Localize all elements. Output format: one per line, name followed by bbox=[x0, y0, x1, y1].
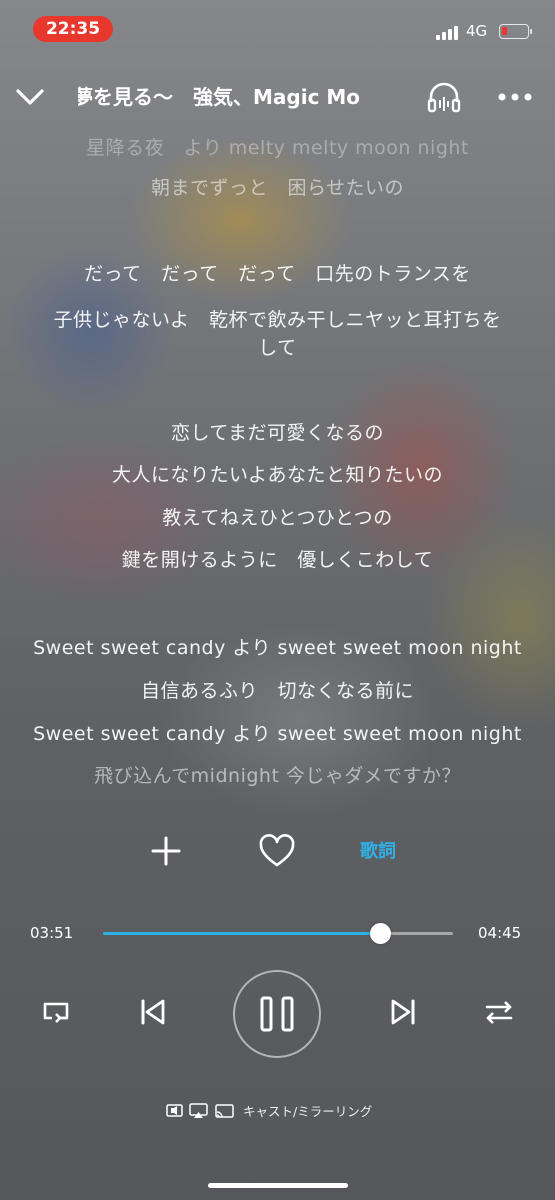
cast-mirroring-button[interactable]: キャスト/ミラーリング bbox=[0, 1100, 555, 1122]
status-bar: 22:35 4G bbox=[0, 0, 555, 60]
lyric-line: して bbox=[258, 337, 297, 359]
action-row: 歌詞 bbox=[0, 825, 555, 877]
song-title-marquee: 夢を見る〜 強気、Magic Mo bbox=[78, 80, 418, 114]
signal-icon bbox=[436, 24, 458, 40]
seek-bar[interactable] bbox=[103, 923, 453, 944]
lyric-line: だって だって だって 口先のトランスを bbox=[84, 263, 471, 285]
lyric-line: 恋してまだ可愛くなるの bbox=[171, 422, 384, 444]
lyric-line: 飛び込んでmidnight 今じゃダメですか？ bbox=[94, 765, 461, 787]
home-indicator[interactable] bbox=[208, 1183, 348, 1188]
lyric-line: 鍵を開けるように 優しくこわして bbox=[121, 549, 434, 571]
cast-label: キャスト/ミラーリング bbox=[243, 1104, 373, 1119]
previous-track-icon[interactable] bbox=[138, 996, 168, 1028]
battery-icon bbox=[499, 24, 532, 39]
lyrics-tab-button[interactable]: 歌詞 bbox=[360, 837, 396, 863]
lyric-line: 朝までずっと 困らせたいの bbox=[150, 177, 405, 199]
pause-button[interactable] bbox=[233, 970, 321, 1058]
lyric-line: Sweet sweet candy より sweet sweet moon ni… bbox=[33, 637, 522, 659]
repeat-icon[interactable] bbox=[40, 998, 72, 1026]
seek-bar-fill bbox=[103, 932, 380, 935]
lyric-line: Sweet sweet candy より sweet sweet moon ni… bbox=[33, 723, 522, 745]
total-time: 04:45 bbox=[478, 924, 522, 942]
network-type: 4G bbox=[466, 22, 488, 40]
next-track-icon[interactable] bbox=[388, 996, 418, 1028]
headphones-icon[interactable] bbox=[426, 80, 462, 114]
player-header: 夢を見る〜 強気、Magic Mo bbox=[0, 72, 555, 122]
lyric-line: 星降る夜 より melty melty moon night bbox=[86, 137, 469, 159]
chevron-down-icon[interactable] bbox=[14, 82, 46, 112]
song-title: 夢を見る〜 強気、Magic Mo bbox=[78, 85, 361, 109]
lyric-line: 自信あるふり 切なくなる前に bbox=[140, 680, 414, 702]
plus-icon[interactable] bbox=[148, 833, 184, 869]
status-time: 22:35 bbox=[33, 16, 113, 42]
elapsed-time: 03:51 bbox=[30, 924, 74, 942]
seek-bar-handle[interactable] bbox=[369, 923, 391, 944]
cast-icons bbox=[166, 1103, 234, 1118]
progress-row: 03:51 04:45 bbox=[0, 918, 555, 948]
more-icon[interactable] bbox=[496, 86, 536, 108]
pause-icon bbox=[260, 996, 294, 1032]
heart-icon[interactable] bbox=[258, 833, 296, 869]
lyric-line: 教えてねえひとつひとつの bbox=[162, 507, 393, 529]
playback-controls bbox=[0, 950, 555, 1080]
lyric-line: 大人になりたいよあなたと知りたいの bbox=[111, 464, 444, 486]
sequence-icon[interactable] bbox=[483, 998, 515, 1026]
